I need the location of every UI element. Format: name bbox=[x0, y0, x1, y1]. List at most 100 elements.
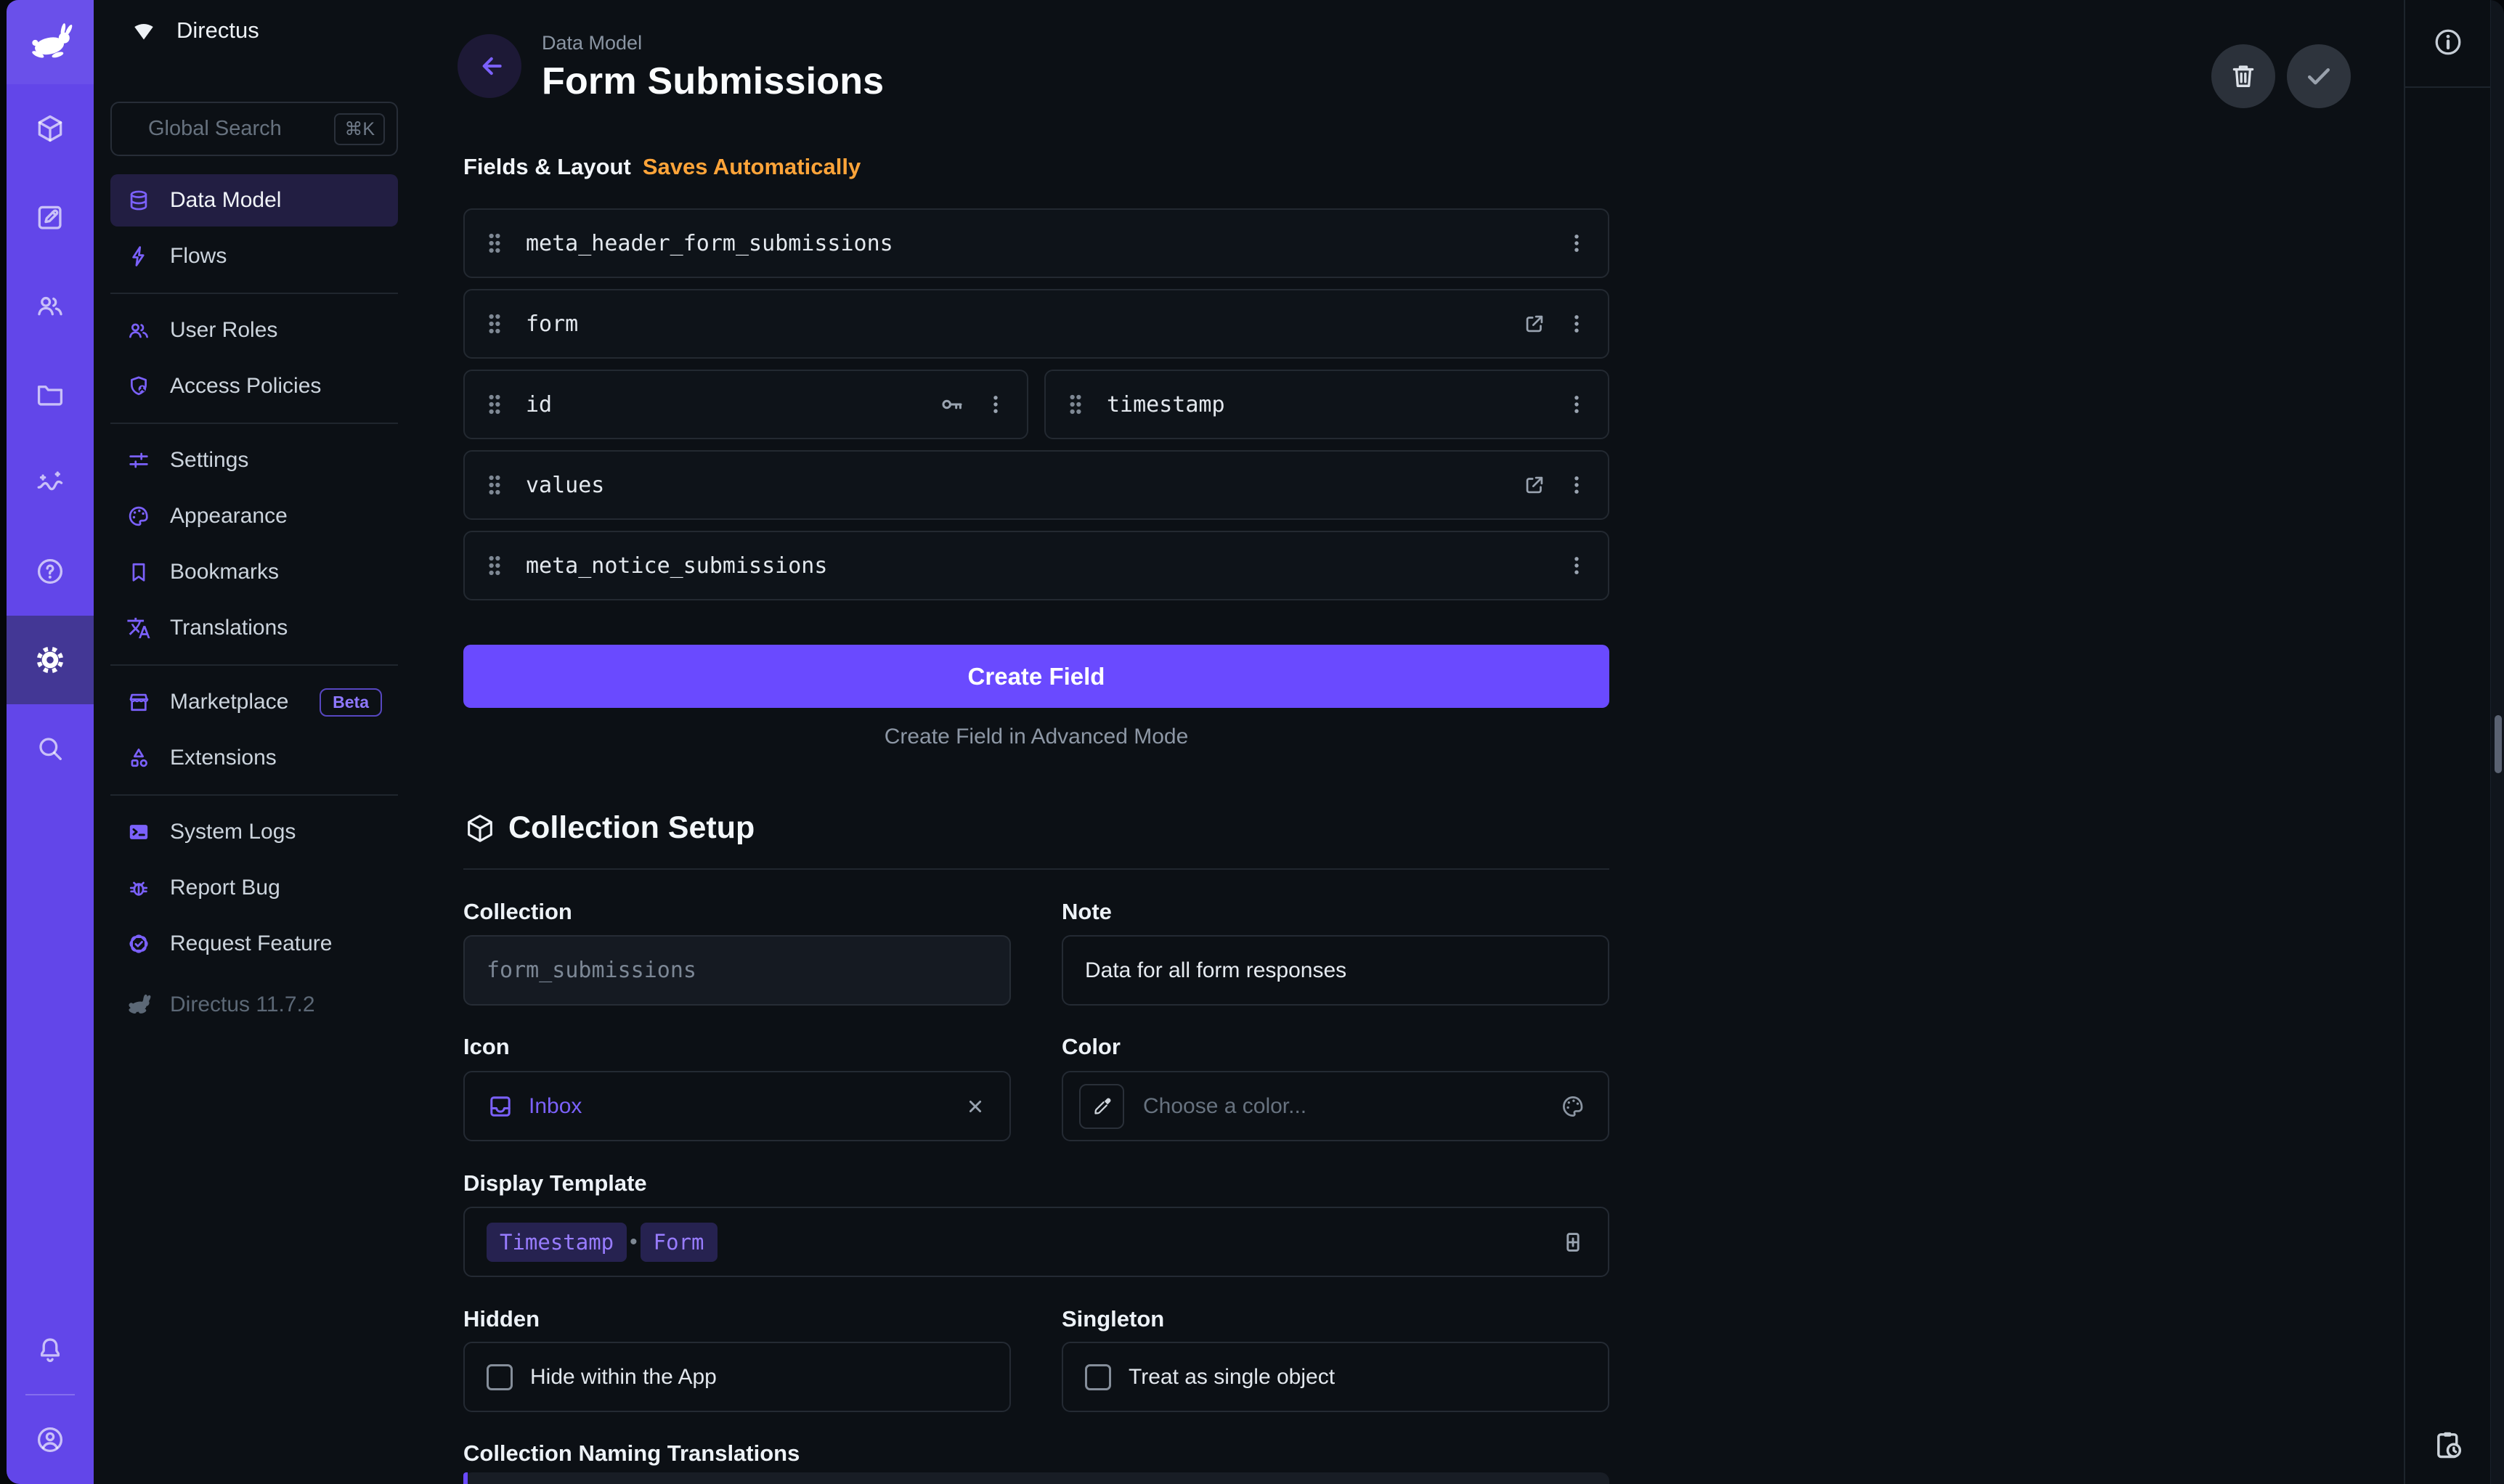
nav-item-label: Bookmarks bbox=[170, 560, 279, 584]
module-search[interactable] bbox=[7, 704, 94, 793]
directus-logo-button[interactable] bbox=[7, 0, 94, 84]
create-field-button[interactable]: Create Field bbox=[463, 645, 1609, 708]
nav-item-system-logs[interactable]: System Logs bbox=[110, 806, 398, 858]
field-row[interactable]: values bbox=[463, 450, 1609, 520]
field-row[interactable]: meta_notice_submissions bbox=[463, 531, 1609, 600]
note-value: Data for all form responses bbox=[1085, 958, 1346, 983]
collection-name-input: form_submissions bbox=[463, 935, 1011, 1006]
display-template-label: Display Template bbox=[463, 1170, 647, 1196]
nav-item-extensions[interactable]: Extensions bbox=[110, 732, 398, 784]
module-settings[interactable] bbox=[7, 616, 94, 704]
version-info: Directus 11.7.2 bbox=[110, 979, 398, 1031]
template-chip-timestamp[interactable]: Timestamp bbox=[487, 1223, 627, 1262]
display-template-input[interactable]: Timestamp • Form bbox=[463, 1207, 1609, 1277]
nav-item-label: Appearance bbox=[170, 504, 288, 529]
drag-handle-icon[interactable] bbox=[484, 553, 505, 579]
save-button[interactable] bbox=[2287, 44, 2351, 108]
scrollbar-track[interactable] bbox=[2490, 0, 2504, 1484]
section-divider bbox=[463, 868, 1609, 870]
search-placeholder: Global Search bbox=[148, 117, 282, 141]
drag-handle-icon[interactable] bbox=[484, 472, 505, 498]
external-link-icon[interactable] bbox=[1522, 473, 1547, 497]
drag-handle-icon[interactable] bbox=[484, 391, 505, 417]
drag-handle-icon[interactable] bbox=[1065, 391, 1086, 417]
field-row[interactable]: id bbox=[463, 370, 1028, 439]
translate-icon bbox=[126, 616, 151, 640]
search-icon bbox=[34, 733, 66, 765]
shield-user-icon bbox=[126, 374, 151, 399]
eyedropper-icon bbox=[1091, 1096, 1113, 1117]
content-column: Data Model Form Submissions Fields & Lay… bbox=[463, 0, 1609, 1484]
search-shortcut-badge: ⌘K bbox=[334, 113, 385, 145]
collection-field-label: Collection bbox=[463, 899, 572, 925]
kebab-menu-icon[interactable] bbox=[1564, 473, 1589, 497]
trash-icon bbox=[2228, 61, 2259, 91]
key-icon bbox=[938, 391, 966, 418]
hidden-checkbox[interactable] bbox=[487, 1364, 513, 1390]
field-row[interactable]: meta_header_form_submissions bbox=[463, 208, 1609, 278]
nav-item-user-roles[interactable]: User Roles bbox=[110, 304, 398, 356]
external-link-icon[interactable] bbox=[1522, 311, 1547, 336]
kebab-menu-icon[interactable] bbox=[1564, 392, 1589, 417]
kebab-menu-icon[interactable] bbox=[1564, 553, 1589, 578]
nav-item-settings[interactable]: Settings bbox=[110, 434, 398, 486]
field-row[interactable]: timestamp bbox=[1044, 370, 1609, 439]
back-button[interactable] bbox=[458, 34, 521, 98]
field-name: values bbox=[526, 473, 604, 498]
bolt-icon bbox=[126, 244, 151, 269]
nav-item-bookmarks[interactable]: Bookmarks bbox=[110, 546, 398, 598]
nav-item-label: Extensions bbox=[170, 746, 277, 770]
nav-item-appearance[interactable]: Appearance bbox=[110, 490, 398, 542]
clipboard-clock-icon bbox=[2432, 1428, 2466, 1461]
hidden-checkbox-label: Hide within the App bbox=[530, 1365, 717, 1390]
create-field-advanced-link[interactable]: Create Field in Advanced Mode bbox=[463, 725, 1609, 749]
project-header[interactable]: Directus bbox=[130, 17, 259, 44]
nav-item-data-model[interactable]: Data Model bbox=[110, 174, 398, 227]
naming-translations-accent bbox=[463, 1472, 468, 1484]
revisions-sidebar-button[interactable] bbox=[2432, 1428, 2466, 1465]
naming-translations-row-partial[interactable] bbox=[463, 1472, 1609, 1484]
nav-item-label: Access Policies bbox=[170, 374, 321, 399]
nav-item-flows[interactable]: Flows bbox=[110, 230, 398, 282]
module-editor[interactable] bbox=[7, 173, 94, 261]
kebab-menu-icon[interactable] bbox=[983, 392, 1008, 417]
nav-item-marketplace[interactable]: Marketplace Beta bbox=[110, 676, 398, 728]
module-bar bbox=[7, 0, 94, 1484]
close-icon[interactable] bbox=[963, 1094, 988, 1119]
field-name: timestamp bbox=[1107, 392, 1225, 417]
color-select[interactable]: Choose a color... bbox=[1062, 1071, 1609, 1141]
account-button[interactable] bbox=[7, 1395, 94, 1484]
color-swatch-button[interactable] bbox=[1079, 1084, 1124, 1129]
notifications-button[interactable] bbox=[7, 1305, 94, 1394]
right-sidebar bbox=[2404, 0, 2504, 1484]
add-field-to-template-icon[interactable] bbox=[1560, 1229, 1586, 1255]
nav-item-report-bug[interactable]: Report Bug bbox=[110, 862, 398, 914]
kebab-menu-icon[interactable] bbox=[1564, 231, 1589, 256]
bookmark-icon bbox=[126, 560, 151, 584]
drag-handle-icon[interactable] bbox=[484, 311, 505, 337]
palette-picker-icon[interactable] bbox=[1560, 1093, 1586, 1120]
info-sidebar-button[interactable] bbox=[2432, 26, 2464, 62]
nav-item-access-policies[interactable]: Access Policies bbox=[110, 360, 398, 412]
module-content[interactable] bbox=[7, 84, 94, 173]
global-search-input[interactable]: Global Search ⌘K bbox=[110, 102, 398, 156]
template-chip-form[interactable]: Form bbox=[641, 1223, 718, 1262]
kebab-menu-icon[interactable] bbox=[1564, 311, 1589, 336]
icon-select[interactable]: Inbox bbox=[463, 1071, 1011, 1141]
scrollbar-thumb[interactable] bbox=[2495, 715, 2502, 773]
user-roles-icon bbox=[126, 318, 151, 343]
delete-collection-button[interactable] bbox=[2211, 44, 2275, 108]
singleton-checkbox[interactable] bbox=[1085, 1364, 1111, 1390]
nav-item-request-feature[interactable]: Request Feature bbox=[110, 918, 398, 970]
nav-item-label: Settings bbox=[170, 448, 248, 473]
field-row[interactable]: form bbox=[463, 289, 1609, 359]
note-input[interactable]: Data for all form responses bbox=[1062, 935, 1609, 1006]
nav-item-translations[interactable]: Translations bbox=[110, 602, 398, 654]
singleton-toggle-field: Treat as single object bbox=[1062, 1342, 1609, 1412]
module-user-directory[interactable] bbox=[7, 261, 94, 350]
module-file-library[interactable] bbox=[7, 350, 94, 439]
module-bar-bottom bbox=[7, 1305, 94, 1484]
module-insights[interactable] bbox=[7, 439, 94, 527]
drag-handle-icon[interactable] bbox=[484, 230, 505, 256]
module-help[interactable] bbox=[7, 527, 94, 616]
